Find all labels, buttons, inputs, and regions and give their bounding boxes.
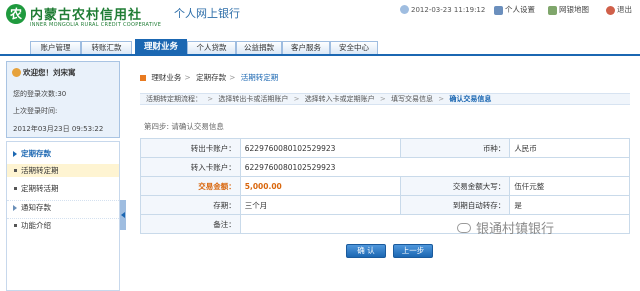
breadcrumb-current: 活期转定期 bbox=[240, 73, 279, 82]
breadcrumb-item[interactable]: 理财业务 bbox=[151, 73, 181, 82]
amount-capital-value: 伍仟元整 bbox=[509, 176, 630, 196]
step-item: 选择转出卡或活期账户 bbox=[218, 95, 289, 103]
bullet-icon bbox=[14, 187, 17, 190]
clock-icon bbox=[400, 5, 409, 14]
datetime: 2012-03-23 11:19:12 bbox=[400, 5, 485, 14]
login-count: 您的登录次数:30 bbox=[13, 90, 67, 98]
breadcrumb-item[interactable]: 定期存款 bbox=[196, 73, 226, 82]
term-label: 存期： bbox=[140, 195, 241, 215]
wechat-icon bbox=[457, 223, 471, 233]
bank-logo-english: INNER MONGOLIA RURAL CREDIT COOPERATIVE bbox=[30, 22, 162, 28]
nav-bar bbox=[0, 54, 640, 56]
amount-capital-label: 交易金额大写： bbox=[399, 176, 511, 196]
sidebar-item-introduction[interactable]: 功能介绍 bbox=[7, 218, 119, 231]
personal-settings-link[interactable]: 个人设置 bbox=[494, 4, 535, 15]
sidebar-item-demand-to-fixed[interactable]: 活期转定期 bbox=[7, 164, 119, 177]
auto-renew-value: 是 bbox=[509, 195, 630, 215]
table-row: 交易金额： 5,000.00 交易金额大写： 伍仟元整 bbox=[140, 176, 630, 196]
last-login-label: 上次登录时间: bbox=[13, 107, 58, 115]
term-value: 三个月 bbox=[239, 195, 401, 215]
step-item: 填写交易信息 bbox=[391, 95, 434, 103]
to-account-label: 转入卡账户： bbox=[140, 157, 241, 177]
table-row: 转入卡账户： 6229760080102529923 bbox=[140, 157, 631, 177]
step-title: 第四步: 请确认交易信息 bbox=[144, 122, 224, 131]
remark-label: 备注： bbox=[140, 214, 241, 234]
sidebar-group-fixed-deposit[interactable]: 定期存款 bbox=[7, 147, 119, 160]
previous-button[interactable]: 上一步 bbox=[393, 244, 433, 258]
header: 农 内蒙古农村信用社 INNER MONGOLIA RURAL CREDIT C… bbox=[0, 0, 640, 40]
amount-label: 交易金额： bbox=[140, 176, 241, 196]
sidebar-item-fixed-to-demand[interactable]: 定期转活期 bbox=[7, 182, 119, 195]
tab-wealth-management[interactable]: 理财业务 bbox=[135, 39, 187, 55]
sitemap-icon bbox=[548, 5, 557, 15]
logout-link[interactable]: 退出 bbox=[606, 4, 632, 15]
table-row: 转出卡账户： 6229760080102529923 币种： 人民币 bbox=[140, 138, 630, 158]
auto-renew-label: 到期自动转存： bbox=[399, 195, 511, 215]
collapsed-arrow-icon bbox=[13, 205, 17, 211]
tab-account-management[interactable]: 账户管理 bbox=[30, 41, 81, 54]
from-account-value: 6229760080102529923 bbox=[239, 138, 401, 158]
breadcrumb: 理财业务 > 定期存款 > 活期转定期 bbox=[140, 72, 278, 83]
sidebar-menu: 定期存款 活期转定期 定期转活期 通知存款 功能介绍 bbox=[6, 141, 120, 291]
process-steps: 活期转定期流程： > 选择转出卡或活期账户 > 选择转入卡或定期账户 > 填写交… bbox=[140, 93, 630, 105]
sitemap-link[interactable]: 网银地图 bbox=[548, 4, 589, 15]
step-item-current: 确认交易信息 bbox=[449, 95, 492, 103]
confirm-table: 转出卡账户： 6229760080102529923 币种： 人民币 转入卡账户… bbox=[140, 138, 631, 234]
table-row: 备注： bbox=[140, 214, 631, 234]
welcome-panel: 欢迎您！刘宋寓 您的登录次数:30 上次登录时间: 2012年03月23日 09… bbox=[6, 61, 120, 138]
bank-logo-name: 内蒙古农村信用社 bbox=[30, 8, 143, 23]
site-title: 个人网上银行 bbox=[174, 7, 240, 20]
remark-value bbox=[239, 214, 631, 234]
tab-security-center[interactable]: 安全中心 bbox=[330, 41, 378, 54]
tab-charity[interactable]: 公益捐款 bbox=[236, 41, 282, 54]
tab-customer-service[interactable]: 客户服务 bbox=[282, 41, 330, 54]
bank-logo-icon: 农 bbox=[6, 4, 26, 24]
bullet-icon bbox=[14, 224, 17, 227]
user-icon bbox=[494, 5, 503, 15]
to-account-value: 6229760080102529923 bbox=[239, 157, 631, 177]
step-item: 选择转入卡或定期账户 bbox=[304, 95, 375, 103]
tab-transfer[interactable]: 转账汇款 bbox=[81, 41, 132, 54]
sidebar-collapse-handle[interactable] bbox=[120, 200, 126, 230]
bullet-icon bbox=[14, 169, 17, 172]
breadcrumb-icon bbox=[140, 75, 146, 81]
from-account-label: 转出卡账户： bbox=[140, 138, 241, 158]
sidebar: 欢迎您！刘宋寓 您的登录次数:30 上次登录时间: 2012年03月23日 09… bbox=[6, 61, 120, 291]
sidebar-item-notice-deposit[interactable]: 通知存款 bbox=[7, 200, 119, 213]
last-login-time: 2012年03月23日 09:53:22 bbox=[13, 125, 104, 133]
confirm-button[interactable]: 确 认 bbox=[346, 244, 386, 258]
power-icon bbox=[606, 5, 615, 15]
user-avatar-icon bbox=[12, 68, 21, 77]
welcome-greeting: 欢迎您！刘宋寓 bbox=[23, 68, 76, 77]
currency-label: 币种： bbox=[399, 138, 511, 158]
tab-personal-loan[interactable]: 个人贷款 bbox=[187, 41, 236, 54]
watermark: 银通村镇银行 bbox=[476, 222, 555, 237]
amount-value: 5,000.00 bbox=[239, 176, 401, 196]
table-row: 存期： 三个月 到期自动转存： 是 bbox=[140, 195, 630, 215]
currency-value: 人民币 bbox=[509, 138, 630, 158]
expand-arrow-icon bbox=[13, 151, 17, 157]
